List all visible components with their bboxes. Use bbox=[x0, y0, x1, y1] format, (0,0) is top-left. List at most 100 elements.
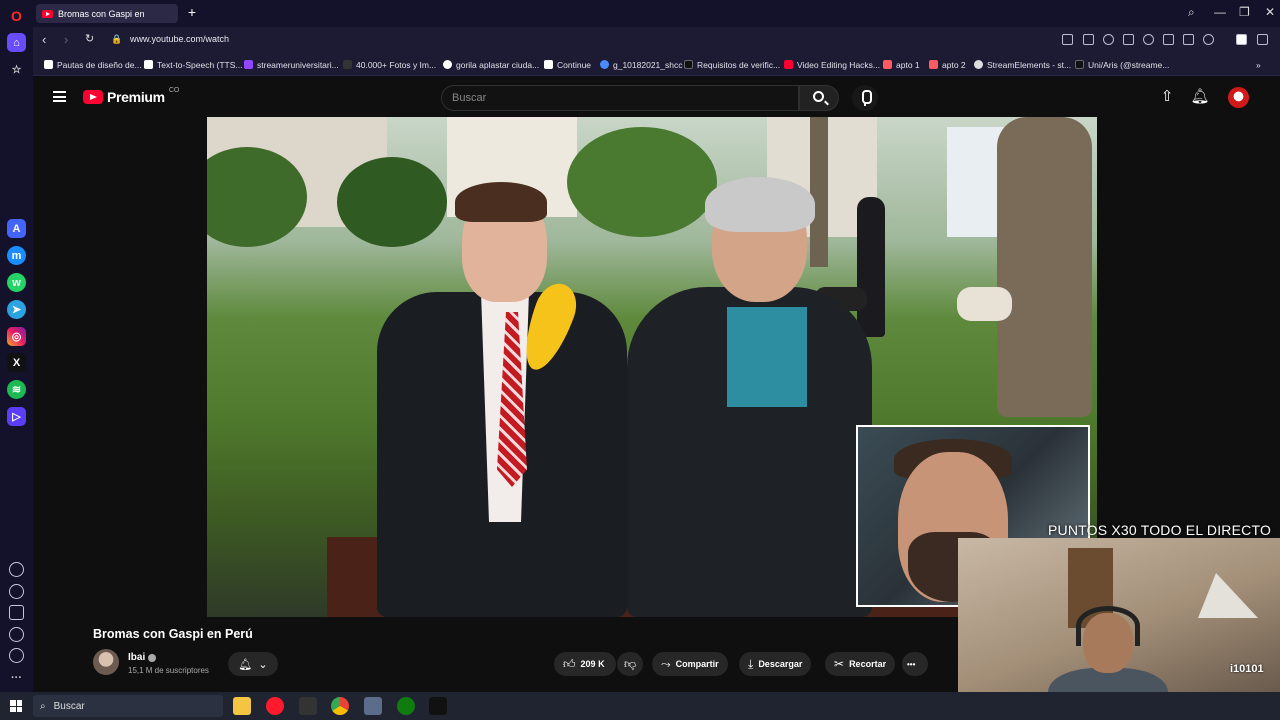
address-bar: ‹ › ↻ 🔒 www.youtube.com/watch bbox=[33, 27, 1280, 53]
bookmark-item[interactable]: gorila aplastar ciuda... bbox=[443, 58, 539, 71]
whatsapp-icon[interactable]: w bbox=[7, 273, 26, 292]
menu-icon[interactable] bbox=[1183, 34, 1194, 45]
lamp bbox=[1198, 573, 1258, 618]
home-icon[interactable]: ⌂ bbox=[7, 33, 26, 52]
woman-hair bbox=[705, 177, 815, 232]
heart-icon[interactable] bbox=[9, 562, 24, 577]
search-icon bbox=[813, 91, 824, 102]
camera-icon[interactable] bbox=[1083, 34, 1094, 45]
box-icon[interactable] bbox=[9, 605, 24, 620]
back-icon[interactable]: ‹ bbox=[42, 32, 46, 47]
profile-icon[interactable] bbox=[1203, 34, 1214, 45]
bookmark-item[interactable]: streameruniversitari... bbox=[244, 58, 339, 71]
extensions-icon[interactable] bbox=[1257, 34, 1268, 45]
reload-icon[interactable]: ↻ bbox=[85, 32, 94, 45]
shield-icon[interactable] bbox=[1103, 34, 1114, 45]
clip-button[interactable]: ✂ Recortar bbox=[825, 652, 896, 676]
bell-icon: 🔔︎ bbox=[238, 658, 253, 671]
background-tree bbox=[337, 157, 447, 247]
more-icon[interactable]: ··· bbox=[7, 668, 26, 687]
tab-strip: Bromas con Gaspi en + ⌕ — ❐ ✕ bbox=[33, 0, 1280, 27]
download-button[interactable]: ⤓ Descargar bbox=[739, 652, 812, 676]
twitch-icon bbox=[244, 60, 253, 69]
search-tabs-icon[interactable]: ⌕ bbox=[1188, 5, 1195, 20]
messenger-icon[interactable]: m bbox=[7, 246, 26, 265]
dislike-button[interactable]: 👎︎ bbox=[617, 652, 643, 676]
windows-start-icon[interactable] bbox=[10, 700, 22, 712]
bookmarks-overflow-icon[interactable]: » bbox=[1256, 58, 1261, 71]
chrome-icon[interactable] bbox=[331, 697, 349, 715]
maximize-icon[interactable]: ❐ bbox=[1239, 5, 1250, 19]
bookmark-item[interactable]: g_10182021_shcc bbox=[600, 58, 682, 71]
bookmark-item[interactable]: Text-to-Speech (TTS... bbox=[144, 58, 243, 71]
pexels-icon bbox=[343, 60, 352, 69]
airbnb-icon bbox=[929, 60, 938, 69]
player-icon[interactable]: ▷ bbox=[7, 407, 26, 426]
channel-name[interactable]: Ibai bbox=[128, 652, 157, 663]
forward-icon[interactable]: › bbox=[64, 32, 68, 47]
download-icon[interactable] bbox=[1163, 34, 1174, 45]
points-banner: PUNTOS X30 TODO EL DIRECTO bbox=[1048, 522, 1272, 538]
bookmark-item[interactable]: 40.000+ Fotos y Im... bbox=[343, 58, 436, 71]
youtube-icon bbox=[42, 9, 53, 18]
notifications-icon[interactable]: 🔔︎ bbox=[1190, 87, 1210, 107]
file-explorer-icon[interactable] bbox=[233, 697, 251, 715]
spotify-icon[interactable]: ≋ bbox=[7, 380, 26, 399]
telegram-icon[interactable]: ➤ bbox=[7, 300, 26, 319]
instagram-icon[interactable]: ◎ bbox=[7, 327, 26, 346]
opera-logo-icon[interactable]: O bbox=[7, 6, 26, 25]
streamer-tag: i10101 bbox=[1230, 663, 1264, 675]
bookmark-item[interactable]: Video Editing Hacks... bbox=[784, 58, 880, 71]
bookmark-item[interactable]: apto 1 bbox=[883, 58, 920, 71]
video-title: Bromas con Gaspi en Perú bbox=[93, 627, 253, 641]
tab-youtube[interactable]: Bromas con Gaspi en bbox=[36, 4, 178, 23]
bookmark-item[interactable]: StreamElements - st... bbox=[974, 58, 1071, 71]
xbox-icon[interactable] bbox=[397, 697, 415, 715]
bookmark-item[interactable]: Uni/Aris (@streame... bbox=[1075, 58, 1169, 71]
voice-search-icon[interactable] bbox=[852, 85, 878, 111]
opera-icon[interactable] bbox=[266, 697, 284, 715]
upload-icon[interactable]: ⇧ bbox=[1157, 87, 1177, 107]
search-button[interactable] bbox=[799, 85, 839, 111]
x-icon bbox=[684, 60, 693, 69]
tree-trunk bbox=[997, 117, 1092, 417]
menu-icon[interactable] bbox=[53, 91, 66, 102]
share-button[interactable]: ⤳ Compartir bbox=[652, 652, 728, 676]
channel-avatar[interactable] bbox=[93, 649, 119, 675]
heart-outline-icon[interactable] bbox=[1143, 34, 1154, 45]
bookmark-item[interactable]: Requisitos de verific... bbox=[684, 58, 780, 71]
settings-icon[interactable] bbox=[9, 627, 24, 642]
url-field[interactable]: www.youtube.com/watch bbox=[130, 34, 229, 44]
app-window-icon[interactable] bbox=[364, 697, 382, 715]
new-tab-icon[interactable]: + bbox=[185, 5, 199, 20]
more-actions-button[interactable]: ••• bbox=[902, 652, 928, 676]
wallet-icon[interactable] bbox=[1236, 34, 1247, 45]
avatar[interactable] bbox=[1228, 87, 1249, 108]
tab-title: Bromas con Gaspi en bbox=[58, 8, 145, 19]
edit-icon[interactable] bbox=[1062, 34, 1073, 45]
capcut-alt-icon[interactable] bbox=[429, 697, 447, 715]
download-icon: ⤓ bbox=[748, 656, 754, 671]
search-icon: ⌕ bbox=[40, 700, 46, 712]
bookmark-item[interactable]: Continue bbox=[544, 58, 591, 71]
star-icon[interactable]: ☆ bbox=[7, 60, 26, 79]
lightbulb-icon[interactable] bbox=[9, 648, 24, 663]
bookmark-item[interactable]: apto 2 bbox=[929, 58, 966, 71]
bookmark-item[interactable]: Pautas de diseño de... bbox=[44, 58, 142, 71]
youtube-logo[interactable]: Premium CO bbox=[83, 87, 179, 105]
send-icon[interactable] bbox=[1123, 34, 1134, 45]
tts-icon bbox=[144, 60, 153, 69]
taskbar-search[interactable]: ⌕ Buscar bbox=[33, 695, 223, 717]
teal-shirt bbox=[727, 307, 807, 407]
aria-icon[interactable]: A bbox=[7, 219, 26, 238]
opera-sidebar: O ⌂ ☆ A m w ➤ ◎ X ≋ ▷ ··· bbox=[0, 0, 33, 692]
close-icon[interactable]: ✕ bbox=[1265, 5, 1275, 19]
search-input[interactable]: Buscar bbox=[441, 85, 799, 111]
capcut-icon[interactable] bbox=[299, 697, 317, 715]
lock-icon: 🔒 bbox=[111, 34, 123, 44]
like-button[interactable]: 👍︎ 209 K bbox=[554, 652, 616, 676]
minimize-icon[interactable]: — bbox=[1214, 5, 1226, 19]
history-icon[interactable] bbox=[9, 584, 24, 599]
subscribe-bell-button[interactable]: 🔔︎ ⌄ bbox=[228, 652, 278, 676]
x-icon[interactable]: X bbox=[7, 353, 26, 372]
